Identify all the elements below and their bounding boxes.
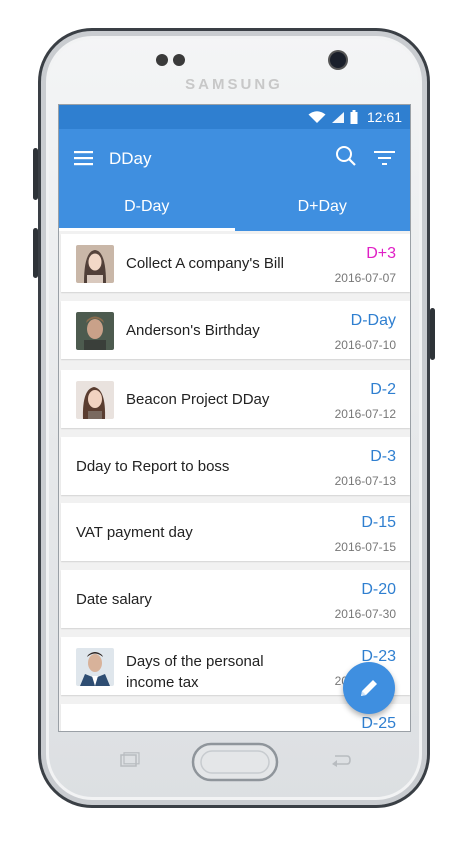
sensor-dot [156, 54, 168, 66]
item-title: Date salary [76, 591, 152, 608]
filter-icon[interactable] [374, 151, 396, 170]
list-item[interactable]: VAT payment day D-15 2016-07-15 [61, 503, 410, 561]
back-key[interactable] [330, 752, 352, 773]
edit-fab-button[interactable] [343, 662, 395, 714]
list-item[interactable]: Collect A company's Bill D+3 2016-07-07 [61, 234, 410, 292]
volume-button[interactable] [33, 148, 38, 200]
dday-badge: D-25 [361, 715, 396, 732]
tab-indicator [59, 228, 235, 231]
power-button[interactable] [430, 308, 435, 360]
item-date: 2016-07-07 [334, 271, 396, 285]
item-title: Dday to Report to boss [76, 458, 230, 475]
item-title: Collect A company's Bill [126, 255, 284, 272]
tab-bar: D-Day D+Day [59, 189, 410, 231]
tab-d-plus-day[interactable]: D+Day [235, 189, 411, 231]
dday-badge: D-2 [370, 381, 396, 398]
item-date: 2016-07-10 [334, 338, 396, 352]
item-title: VAT payment day [76, 524, 193, 541]
dday-badge: D-3 [370, 448, 396, 465]
list-item[interactable]: Beacon Project DDay D-2 2016-07-12 [61, 370, 410, 428]
status-bar: 12:61 [59, 105, 410, 129]
list-item[interactable]: Date salary D-20 2016-07-30 [61, 570, 410, 628]
menu-icon[interactable] [74, 150, 94, 171]
avatar [76, 312, 114, 350]
wifi-icon [308, 110, 326, 124]
search-icon[interactable] [335, 145, 357, 172]
app-bar: DDay [59, 129, 410, 189]
item-title: Beacon Project DDay [126, 391, 270, 408]
brand-logo: SAMSUNG [185, 76, 283, 93]
side-button[interactable] [33, 228, 38, 278]
signal-icon [331, 111, 345, 124]
home-key[interactable] [191, 742, 279, 787]
item-title-line: income tax [126, 674, 199, 691]
front-camera [330, 52, 346, 68]
item-date: 2016-07-13 [334, 474, 396, 488]
avatar [76, 245, 114, 283]
list-item[interactable]: Dday to Report to boss D-3 2016-07-13 [61, 437, 410, 495]
sensor-dot [173, 54, 185, 66]
screen: 12:61 DDay D-Day D+Day Collect A company… [58, 104, 411, 732]
dday-badge: D-20 [361, 581, 396, 598]
dday-badge: D+3 [366, 245, 396, 262]
item-title-line: Days of the personal [126, 653, 264, 670]
battery-icon [350, 110, 358, 124]
item-title: Anderson's Birthday [126, 322, 260, 339]
dday-badge: D-15 [361, 514, 396, 531]
item-date: 2016-07-15 [334, 540, 396, 554]
item-date: 2016-07-30 [334, 607, 396, 621]
avatar [76, 381, 114, 419]
list-item[interactable]: Anderson's Birthday D-Day 2016-07-10 [61, 301, 410, 359]
tab-d-day[interactable]: D-Day [59, 189, 235, 231]
avatar [76, 648, 114, 686]
dday-badge: D-Day [350, 312, 396, 329]
item-date: 2016-07-12 [334, 407, 396, 421]
item-title: Days of the personal income tax [126, 651, 264, 693]
status-time: 12:61 [366, 109, 402, 125]
app-title: DDay [109, 149, 152, 168]
recent-apps-key[interactable] [118, 752, 140, 773]
